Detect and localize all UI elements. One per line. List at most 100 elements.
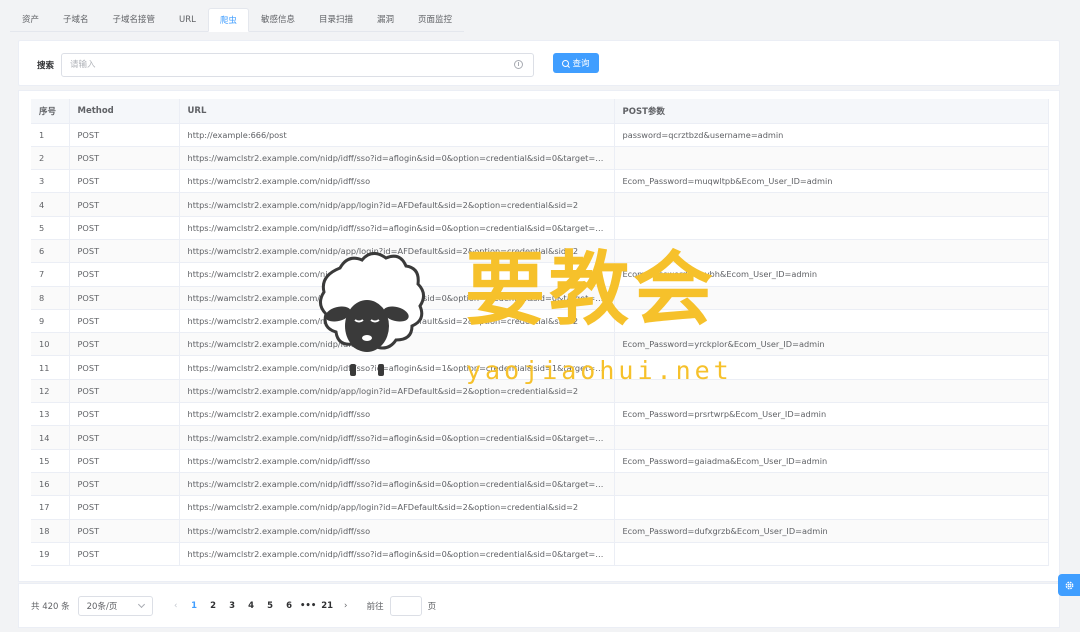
- gear-icon: [1065, 581, 1073, 589]
- table-cell: [614, 192, 1049, 217]
- search-icon: [562, 59, 570, 67]
- table-cell: [614, 355, 1049, 380]
- table-cell: https://wamclstr2.example.com/nidp/idff/…: [179, 169, 615, 194]
- search-input[interactable]: [61, 53, 534, 77]
- table-cell: https://wamclstr2.example.com/nidp/idff/…: [179, 542, 615, 567]
- tab-4[interactable]: 爬虫: [207, 8, 249, 32]
- table-cell: 6: [31, 239, 70, 264]
- table-cell: 9: [31, 309, 70, 334]
- table-cell: 4: [31, 192, 70, 217]
- table-row[interactable]: 2 POST https://wamclstr2.example.com/nidp/…: [31, 146, 1049, 171]
- table-cell: 3: [31, 169, 70, 194]
- table-row[interactable]: 1 POST http://example:666/post password=qcr…: [31, 123, 1049, 147]
- page-button[interactable]: 6: [280, 601, 299, 611]
- table-cell: 19: [31, 542, 70, 567]
- tab-1[interactable]: 子域名: [51, 7, 101, 31]
- table-cell: POST: [69, 169, 180, 194]
- tab-5[interactable]: 敏感信息: [249, 7, 307, 31]
- table-cell: Ecom_Password=prsrtwrp&Ecom_User_ID=admi…: [614, 402, 1049, 427]
- table-cell: 17: [31, 495, 70, 520]
- table-row[interactable]: 9 POST https://wamclstr2.example.com/nidp/…: [31, 309, 1049, 334]
- table-cell: POST: [69, 146, 180, 171]
- table-cell: POST: [69, 332, 180, 357]
- clock-icon[interactable]: [514, 60, 523, 69]
- table-header-row: 序号 Method URL POST参数: [31, 99, 1049, 124]
- chevron-down-icon: [137, 600, 145, 608]
- table-row[interactable]: 12 POST https://wamclstr2.example.com/nidp…: [31, 379, 1049, 404]
- table-row[interactable]: 10 POST https://wamclstr2.example.com/nidp…: [31, 332, 1049, 357]
- table-cell: 15: [31, 449, 70, 473]
- table-cell: https://wamclstr2.example.com/nidp/idff/…: [179, 402, 615, 427]
- table-row[interactable]: 17 POST https://wamclstr2.example.com/nidp…: [31, 495, 1049, 520]
- column-header: POST参数: [614, 99, 1049, 124]
- table-cell: POST: [69, 542, 180, 567]
- table-row[interactable]: 4 POST https://wamclstr2.example.com/nidp/…: [31, 192, 1049, 217]
- tab-2[interactable]: 子域名接管: [101, 7, 168, 31]
- table-cell: [614, 309, 1049, 334]
- table-cell: password=qcrztbzd&username=admin: [614, 123, 1049, 147]
- table-cell: POST: [69, 402, 180, 427]
- table-row[interactable]: 13 POST https://wamclstr2.example.com/nidp…: [31, 402, 1049, 427]
- page-numbers: 1 2 3 4 5 6 ••• 21: [185, 601, 337, 611]
- table-row[interactable]: 3 POST https://wamclstr2.example.com/nidp/…: [31, 169, 1049, 194]
- table-cell: Ecom_Password=muqwltpb&Ecom_User_ID=admi…: [614, 169, 1049, 194]
- table-row[interactable]: 15 POST https://wamclstr2.example.com/nidp…: [31, 449, 1049, 473]
- crawler-table-panel: 序号 Method URL POST参数 1 POST http://example:66…: [18, 90, 1060, 582]
- table-row[interactable]: 14 POST https://wamclstr2.example.com/nidp…: [31, 425, 1049, 450]
- table-cell: POST: [69, 355, 180, 380]
- table-cell: https://wamclstr2.example.com/nidp/idff/…: [179, 262, 615, 287]
- table-row[interactable]: 18 POST https://wamclstr2.example.com/nidp…: [31, 519, 1049, 543]
- chevron-left-icon[interactable]: ‹: [167, 601, 185, 611]
- jump-label: 前往: [366, 601, 384, 612]
- table-row[interactable]: 6 POST https://wamclstr2.example.com/nidp/…: [31, 239, 1049, 264]
- page-button[interactable]: •••: [299, 601, 318, 611]
- table-cell: POST: [69, 123, 180, 147]
- table-cell: 2: [31, 146, 70, 171]
- table-cell: 5: [31, 216, 70, 240]
- chevron-right-icon[interactable]: ›: [337, 601, 355, 611]
- table-cell: https://wamclstr2.example.com/nidp/idff/…: [179, 355, 615, 380]
- page-button[interactable]: 1: [185, 601, 204, 611]
- page-size-select[interactable]: 20条/页: [77, 595, 153, 616]
- search-label: 搜索: [37, 61, 55, 71]
- tab-8[interactable]: 页面监控: [406, 7, 464, 31]
- table-cell: [614, 379, 1049, 404]
- table-row[interactable]: 19 POST https://wamclstr2.example.com/nidp…: [31, 542, 1049, 567]
- crawler-table: 序号 Method URL POST参数 1 POST http://example:66…: [31, 99, 1049, 567]
- tab-7[interactable]: 漏洞: [365, 7, 406, 31]
- table-cell: [614, 472, 1049, 497]
- table-cell: POST: [69, 216, 180, 240]
- table-cell: [614, 495, 1049, 520]
- page-button[interactable]: 3: [223, 601, 242, 611]
- table-cell: [614, 216, 1049, 240]
- tab-3[interactable]: URL: [167, 7, 208, 31]
- table-cell: POST: [69, 379, 180, 404]
- table-cell: POST: [69, 472, 180, 497]
- table-cell: https://wamclstr2.example.com/nidp/app/l…: [179, 309, 615, 334]
- table-cell: 11: [31, 355, 70, 380]
- table-row[interactable]: 5 POST https://wamclstr2.example.com/nidp/…: [31, 216, 1049, 240]
- table-cell: 8: [31, 286, 70, 310]
- tab-0[interactable]: 资产: [10, 7, 51, 31]
- table-row[interactable]: 11 POST https://wamclstr2.example.com/nidp…: [31, 355, 1049, 380]
- query-button[interactable]: 查询: [553, 53, 599, 73]
- table-cell: https://wamclstr2.example.com/nidp/idff/…: [179, 216, 615, 240]
- page-button[interactable]: 21: [318, 601, 337, 611]
- table-row[interactable]: 8 POST https://wamclstr2.example.com/nidp/…: [31, 286, 1049, 310]
- table-cell: POST: [69, 519, 180, 543]
- table-row[interactable]: 7 POST https://wamclstr2.example.com/nidp/…: [31, 262, 1049, 287]
- column-header: URL: [179, 99, 615, 124]
- page-button[interactable]: 5: [261, 601, 280, 611]
- table-cell: https://wamclstr2.example.com/nidp/idff/…: [179, 286, 615, 310]
- table-cell: POST: [69, 192, 180, 217]
- tab-6[interactable]: 目录扫描: [307, 7, 365, 31]
- table-cell: https://wamclstr2.example.com/nidp/idff/…: [179, 519, 615, 543]
- table-cell: 7: [31, 262, 70, 287]
- table-row[interactable]: 16 POST https://wamclstr2.example.com/nidp…: [31, 472, 1049, 497]
- page-jump-input[interactable]: [389, 595, 422, 616]
- page-button[interactable]: 2: [204, 601, 223, 611]
- table-cell: Ecom_Password=gaiadma&Ecom_User_ID=admin: [614, 449, 1049, 473]
- page-button[interactable]: 4: [242, 601, 261, 611]
- settings-button[interactable]: [1058, 574, 1080, 596]
- page-size-value: 20条/页: [86, 601, 118, 612]
